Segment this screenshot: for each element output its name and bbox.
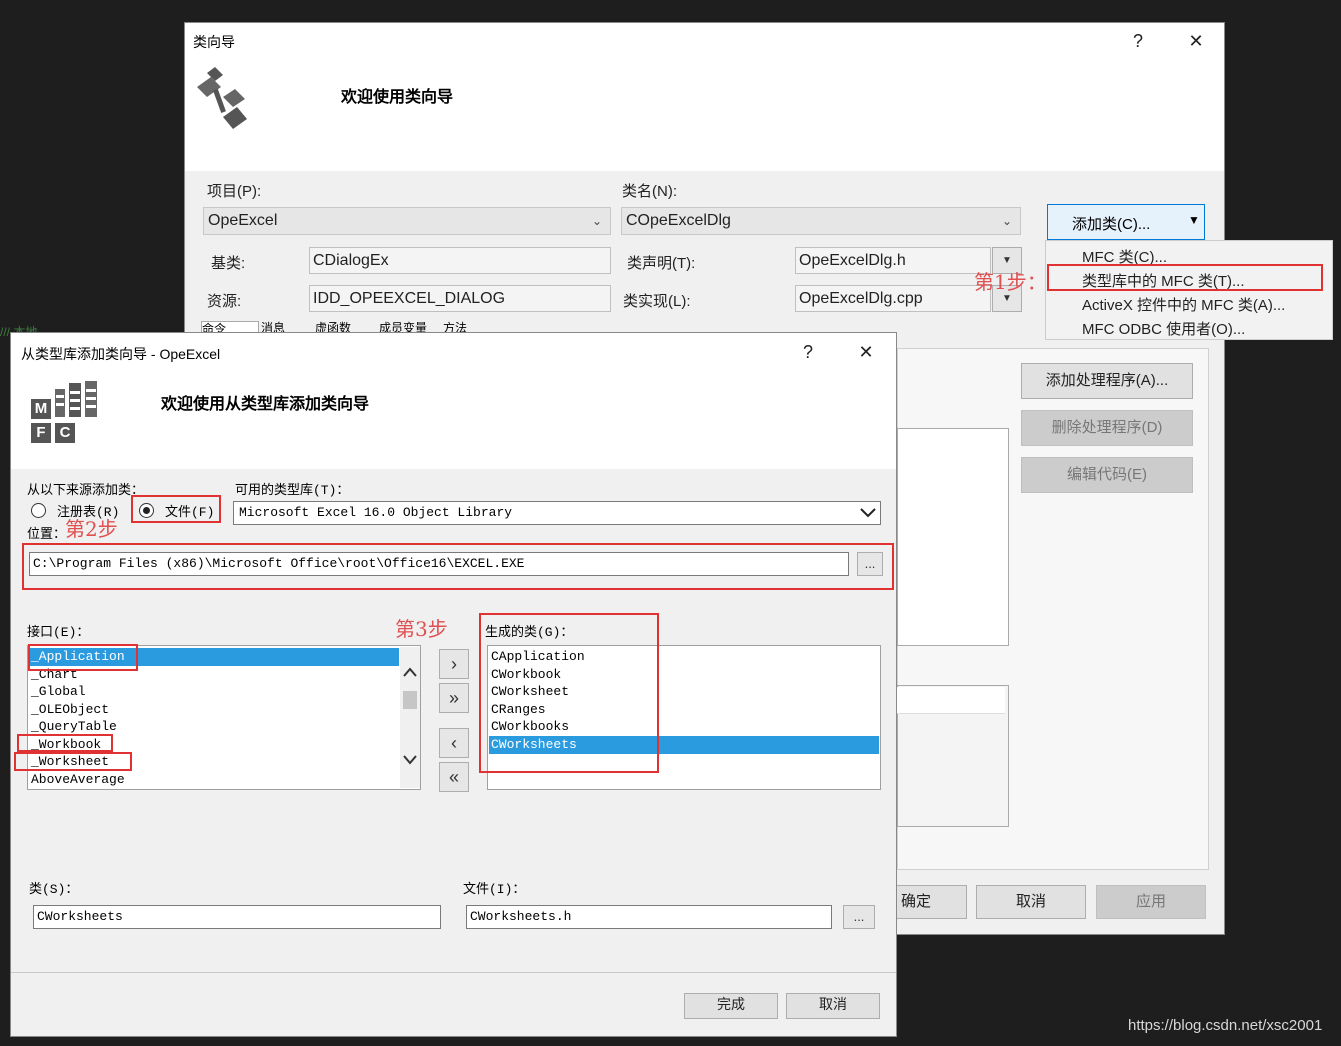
step1-annotation: 第1步： <box>974 270 1047 294</box>
finish-button[interactable]: 完成 <box>684 993 778 1019</box>
project-value: OpeExcel <box>208 212 278 229</box>
add-handler-button[interactable]: 添加处理程序(A)... <box>1021 363 1193 399</box>
interfaces-label: 接口(E)： <box>27 625 90 640</box>
cancel-button[interactable]: 取消 <box>976 885 1086 919</box>
classname-combo[interactable]: COpeExcelDlg ⌄ <box>621 207 1021 235</box>
typelib-wizard-dialog: 从类型库添加类向导 - OpeExcel ? ✕ M F C 欢迎使用从类型库添… <box>10 332 897 1037</box>
books-icon <box>55 381 97 417</box>
step3-worksheet-highlight <box>14 752 132 771</box>
dropdown-arrow-icon: ▼ <box>1188 213 1200 227</box>
menu-item-mfc-from-activex[interactable]: ActiveX 控件中的 MFC 类(A)... <box>1082 294 1285 315</box>
step2-annotation: 第2步 <box>65 517 118 541</box>
file-browse-button[interactable]: ... <box>843 905 875 929</box>
help-button[interactable]: ? <box>793 337 823 367</box>
handlers-list-header <box>897 687 1005 714</box>
base-class-label: 基类: <box>211 255 246 272</box>
add-one-button[interactable]: › <box>439 649 469 679</box>
list-item[interactable]: _Global <box>29 683 86 701</box>
chevron-down-icon <box>860 508 876 518</box>
watermark: https://blog.csdn.net/xsc2001 <box>1128 1017 1323 1034</box>
class-decl-field[interactable]: OpeExcelDlg.h <box>795 247 991 274</box>
class-wizard-welcome: 欢迎使用类向导 <box>341 89 454 106</box>
typelib-value: Microsoft Excel 16.0 Object Library <box>239 505 513 520</box>
resource-field[interactable]: IDD_OPEEXCEL_DIALOG <box>309 285 611 312</box>
cancel-button[interactable]: 取消 <box>786 993 880 1019</box>
location-label: 位置： <box>27 527 67 542</box>
classname-value: COpeExcelDlg <box>626 212 731 229</box>
step2-file-highlight-box <box>131 495 221 523</box>
add-all-button[interactable]: » <box>439 683 469 713</box>
step1-highlight-box <box>1047 264 1323 291</box>
class-name-field[interactable]: CWorksheets <box>33 905 441 929</box>
menu-item-mfc-odbc[interactable]: MFC ODBC 使用者(O)... <box>1082 318 1245 339</box>
project-label: 项目(P): <box>207 183 262 200</box>
apply-button[interactable]: 应用 <box>1096 885 1206 919</box>
class-label: 类(S)： <box>29 882 79 897</box>
chevron-down-icon: ⌄ <box>591 214 602 228</box>
typelib-wizard-welcome: 欢迎使用从类型库添加类向导 <box>161 396 370 413</box>
base-class-field[interactable]: CDialogEx <box>309 247 611 274</box>
close-button[interactable]: ✕ <box>1181 26 1211 56</box>
mfc-letter-f: F <box>31 423 51 443</box>
commands-list[interactable] <box>897 428 1009 646</box>
classname-label: 类名(N): <box>622 183 677 200</box>
scroll-up-icon[interactable] <box>403 667 417 677</box>
class-wizard-icon <box>197 67 247 129</box>
typelib-wizard-title: 从类型库添加类向导 - OpeExcel <box>21 346 221 362</box>
list-item[interactable]: AboveAverage <box>29 771 125 789</box>
remove-one-button[interactable]: ‹ <box>439 728 469 758</box>
divider <box>11 972 896 973</box>
mfc-letter-c: C <box>55 423 75 443</box>
file-name-field[interactable]: CWorksheets.h <box>466 905 832 929</box>
class-impl-field[interactable]: OpeExcelDlg.cpp <box>795 285 991 312</box>
list-item[interactable]: _OLEObject <box>29 701 109 719</box>
project-combo[interactable]: OpeExcel ⌄ <box>203 207 611 235</box>
class-decl-label: 类声明(T): <box>627 255 696 272</box>
mfc-letter-m: M <box>31 399 51 419</box>
close-button[interactable]: ✕ <box>851 337 881 367</box>
chevron-down-icon: ⌄ <box>1001 214 1012 228</box>
list-item[interactable]: _QueryTable <box>29 718 117 736</box>
step3-workbook-highlight <box>17 734 113 752</box>
scroll-down-icon[interactable] <box>403 755 417 765</box>
radio-circle-icon <box>31 503 46 518</box>
add-class-label: 添加类(C)... <box>1072 216 1151 233</box>
scroll-thumb[interactable] <box>403 691 417 709</box>
step3-annotation: 第3步 <box>395 617 448 641</box>
add-class-button[interactable]: 添加类(C)... ▼ <box>1047 204 1205 240</box>
resource-label: 资源: <box>207 293 242 310</box>
class-impl-label: 类实现(L): <box>623 293 691 310</box>
step3-generated-highlight <box>479 613 659 773</box>
typelib-combo[interactable]: Microsoft Excel 16.0 Object Library <box>233 501 881 525</box>
file-label: 文件(I)： <box>463 882 526 897</box>
step3-application-highlight <box>28 644 138 671</box>
remove-all-button[interactable]: « <box>439 762 469 792</box>
help-button[interactable]: ? <box>1123 26 1153 56</box>
delete-handler-button[interactable]: 删除处理程序(D) <box>1021 410 1193 446</box>
edit-code-button[interactable]: 编辑代码(E) <box>1021 457 1193 493</box>
typelib-label: 可用的类型库(T)： <box>235 483 350 498</box>
step2-location-highlight-box <box>22 543 894 590</box>
mfc-logo: M F C <box>29 379 101 445</box>
class-wizard-title: 类向导 <box>193 34 235 50</box>
scrollbar[interactable] <box>400 647 420 788</box>
source-label: 从以下来源添加类： <box>27 483 145 498</box>
